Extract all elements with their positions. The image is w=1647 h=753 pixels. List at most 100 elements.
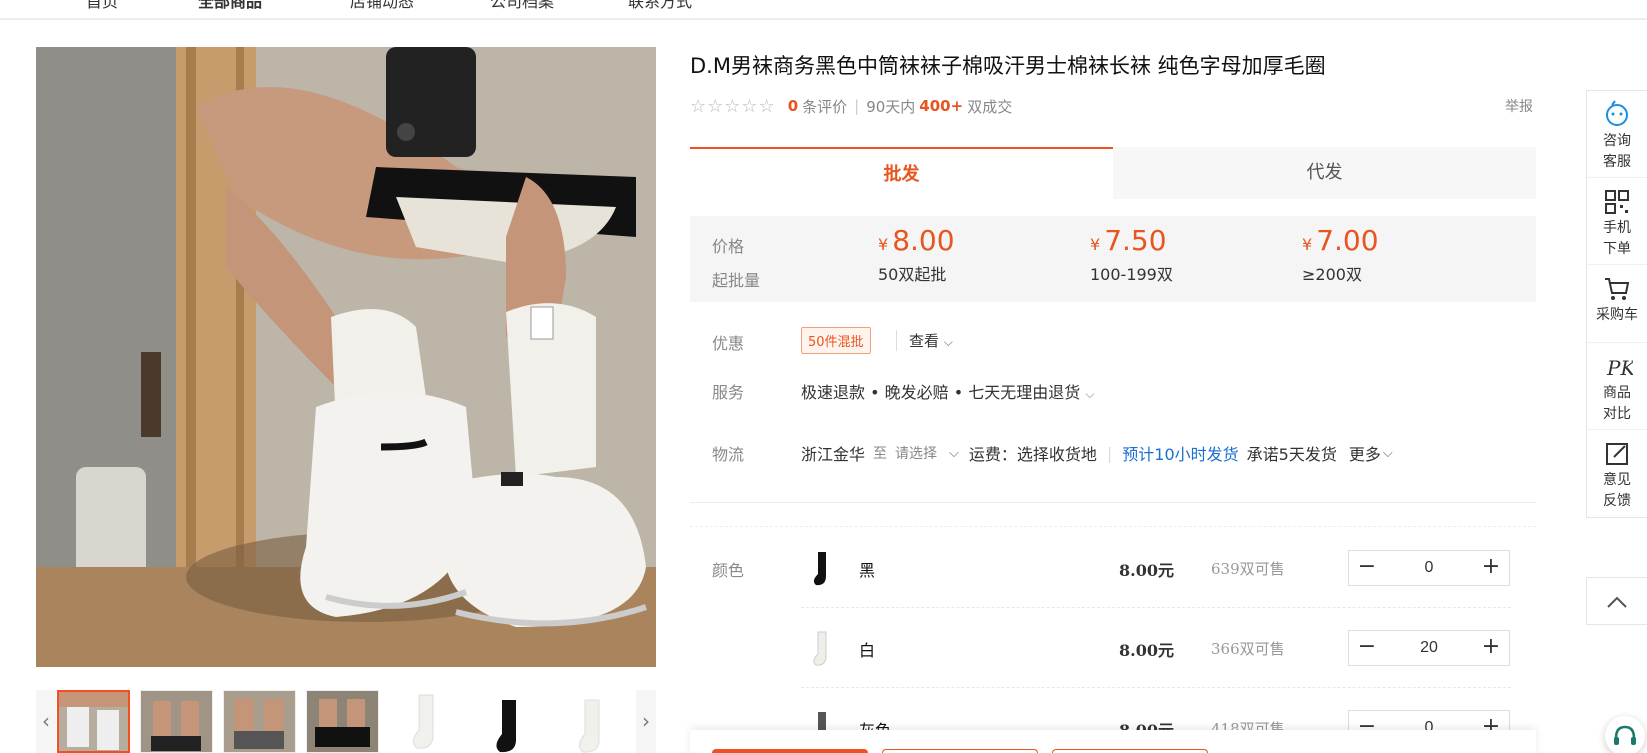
service-text: 极速退款 • 晚发必赔 • 七天无理由退货 xyxy=(801,383,1081,402)
thumbnail-1[interactable] xyxy=(57,690,130,753)
nav-all-products[interactable]: 全部商品 xyxy=(198,0,262,12)
sku-stock: 639双可售 xyxy=(1211,560,1285,578)
sales-value: 400+ xyxy=(919,97,964,115)
sku-name: 黑 xyxy=(859,561,876,580)
plus-icon[interactable]: + xyxy=(1473,551,1509,585)
review-label[interactable]: 条评价 xyxy=(802,96,847,117)
sidebar-item-cart[interactable]: 采购车 xyxy=(1587,265,1647,343)
sticky-action-bar xyxy=(690,730,1536,753)
nav-home[interactable]: 首页 xyxy=(86,0,118,12)
order-button[interactable] xyxy=(712,749,868,753)
sidebar-label: 客服 xyxy=(1603,154,1631,170)
sidebar-label: 对比 xyxy=(1603,406,1631,422)
quantity-input[interactable] xyxy=(1385,551,1473,585)
logistics-row: 浙江金华 至 请选择 ⌵ 运费：选择收货地 | 预计10小时发货 承诺5天发货 … xyxy=(801,441,1393,465)
thumbnail-5[interactable] xyxy=(389,690,462,753)
service-label: 服务 xyxy=(712,383,745,402)
ship-time: 预计10小时发货 xyxy=(1122,445,1239,464)
top-nav: 首页 全部商品 店铺动态 公司档案 联系方式 xyxy=(0,0,1647,20)
add-to-cart-button[interactable] xyxy=(882,749,1038,753)
sales-period: 90天内 xyxy=(866,97,916,116)
thumbnail-3[interactable] xyxy=(223,690,296,753)
promo-view-label: 查看 xyxy=(909,332,940,350)
purchase-mode-tabs: 批发 代发 xyxy=(690,147,1536,199)
thumbnail-7[interactable] xyxy=(555,690,628,753)
sidebar-label: 手机 xyxy=(1603,220,1631,236)
sidebar-item-feedback[interactable]: 意见 反馈 xyxy=(1587,430,1647,517)
sku-price: 8.00元 xyxy=(1119,641,1174,660)
promo-tag[interactable]: 50件混批 xyxy=(801,327,871,354)
thumbnail-6[interactable] xyxy=(472,690,545,753)
rating-stars-icon: ☆☆☆☆☆ xyxy=(690,95,776,117)
sidebar-label: 意见 xyxy=(1603,472,1631,488)
secondary-action-button[interactable] xyxy=(1052,749,1208,753)
rating-row: ☆☆☆☆☆ 0 条评价 | 90天内 400+ 双成交 xyxy=(690,94,1012,118)
sidebar-label: 采购车 xyxy=(1596,307,1638,323)
sku-row-black: 黑 8.00元 639双可售 − + xyxy=(801,528,1511,608)
quantity-input[interactable] xyxy=(1385,631,1473,665)
currency-symbol: ¥ xyxy=(1090,235,1101,254)
to-label: 至 xyxy=(873,446,888,462)
divider: | xyxy=(854,97,860,115)
more-link[interactable]: 更多 xyxy=(1349,441,1381,465)
sidebar-item-consult[interactable]: 咨询 客服 xyxy=(1587,91,1647,178)
tab-wholesale[interactable]: 批发 xyxy=(690,147,1113,199)
chevron-down-icon[interactable]: ⌵ xyxy=(949,446,959,461)
nav-contact[interactable]: 联系方式 xyxy=(628,0,692,12)
customer-service-fab[interactable] xyxy=(1605,716,1645,753)
moq-label: 起批量 xyxy=(712,271,761,290)
thumb-next-icon[interactable]: › xyxy=(636,690,656,753)
main-product-photo[interactable] xyxy=(36,47,656,667)
nav-shop-news[interactable]: 店铺动态 xyxy=(350,0,414,12)
sidebar-item-compare[interactable]: PK 商品 对比 xyxy=(1587,343,1647,430)
price-tier-1: ¥8.00 50双起批 xyxy=(878,224,955,285)
product-title: D.M男袜商务黑色中筒袜袜子棉吸汗男士棉袜长袜 纯色字母加厚毛圈 xyxy=(690,54,1326,78)
thumb-prev-icon[interactable]: ‹ xyxy=(36,690,56,753)
price-box: 价格 起批量 ¥8.00 50双起批 ¥7.50 100-199双 ¥7.00 … xyxy=(690,216,1536,302)
service-dropdown[interactable]: 极速退款 • 晚发必赔 • 七天无理由退货 ⌵ xyxy=(801,379,1094,403)
nav-company-profile[interactable]: 公司档案 xyxy=(490,0,554,12)
chevron-up-icon xyxy=(1607,596,1627,608)
currency-symbol: ¥ xyxy=(1302,235,1313,254)
tab-dropship[interactable]: 代发 xyxy=(1113,147,1536,199)
quantity-stepper: − + xyxy=(1348,550,1510,586)
promo-view-dropdown[interactable]: 查看 ⌵ xyxy=(896,330,953,351)
tier-qty: ≥200双 xyxy=(1302,265,1362,284)
tier-price: 7.50 xyxy=(1104,224,1167,257)
plus-icon[interactable]: + xyxy=(1473,631,1509,665)
sidebar-label: 下单 xyxy=(1603,241,1631,257)
price-tier-3: ¥7.00 ≥200双 xyxy=(1302,224,1379,285)
price-tier-2: ¥7.50 100-199双 xyxy=(1090,224,1173,285)
sidebar-label: 咨询 xyxy=(1603,133,1631,149)
shipping-fee: 运费：选择收货地 xyxy=(968,445,1097,464)
right-sidebar: 咨询 客服 手机 下单 采购车 PK 商品 对比 意见 反馈 xyxy=(1586,90,1647,518)
review-count[interactable]: 0 xyxy=(788,97,798,115)
cart-icon xyxy=(1605,278,1630,300)
minus-icon[interactable]: − xyxy=(1349,551,1385,585)
tier-qty: 100-199双 xyxy=(1090,265,1173,284)
sku-thumb-white[interactable] xyxy=(801,628,841,668)
destination-select[interactable]: 请选择 xyxy=(895,443,937,463)
edit-icon xyxy=(1606,443,1628,465)
sku-row-white: 白 8.00元 366双可售 − + xyxy=(801,608,1511,688)
quantity-stepper: − + xyxy=(1348,630,1510,666)
sidebar-item-mobile-order[interactable]: 手机 下单 xyxy=(1587,178,1647,265)
color-label: 颜色 xyxy=(712,561,745,580)
report-link[interactable]: 举报 xyxy=(1505,96,1533,116)
currency-symbol: ¥ xyxy=(878,235,889,254)
chat-icon xyxy=(1606,100,1628,126)
sidebar-label: 反馈 xyxy=(1603,493,1631,509)
sku-name: 白 xyxy=(859,641,876,660)
divider xyxy=(690,502,1536,503)
sku-stock: 366双可售 xyxy=(1211,640,1285,658)
sku-thumb-black[interactable] xyxy=(801,548,841,588)
back-to-top-button[interactable] xyxy=(1586,577,1647,625)
product-photo-illustration xyxy=(36,47,656,667)
thumbnail-4[interactable] xyxy=(306,690,379,753)
origin-city: 浙江金华 xyxy=(801,445,866,464)
minus-icon[interactable]: − xyxy=(1349,631,1385,665)
compare-icon: PK xyxy=(1606,356,1633,380)
tier-price: 7.00 xyxy=(1316,224,1379,257)
chevron-down-icon[interactable]: ⌵ xyxy=(1383,446,1393,461)
thumbnail-2[interactable] xyxy=(140,690,213,753)
